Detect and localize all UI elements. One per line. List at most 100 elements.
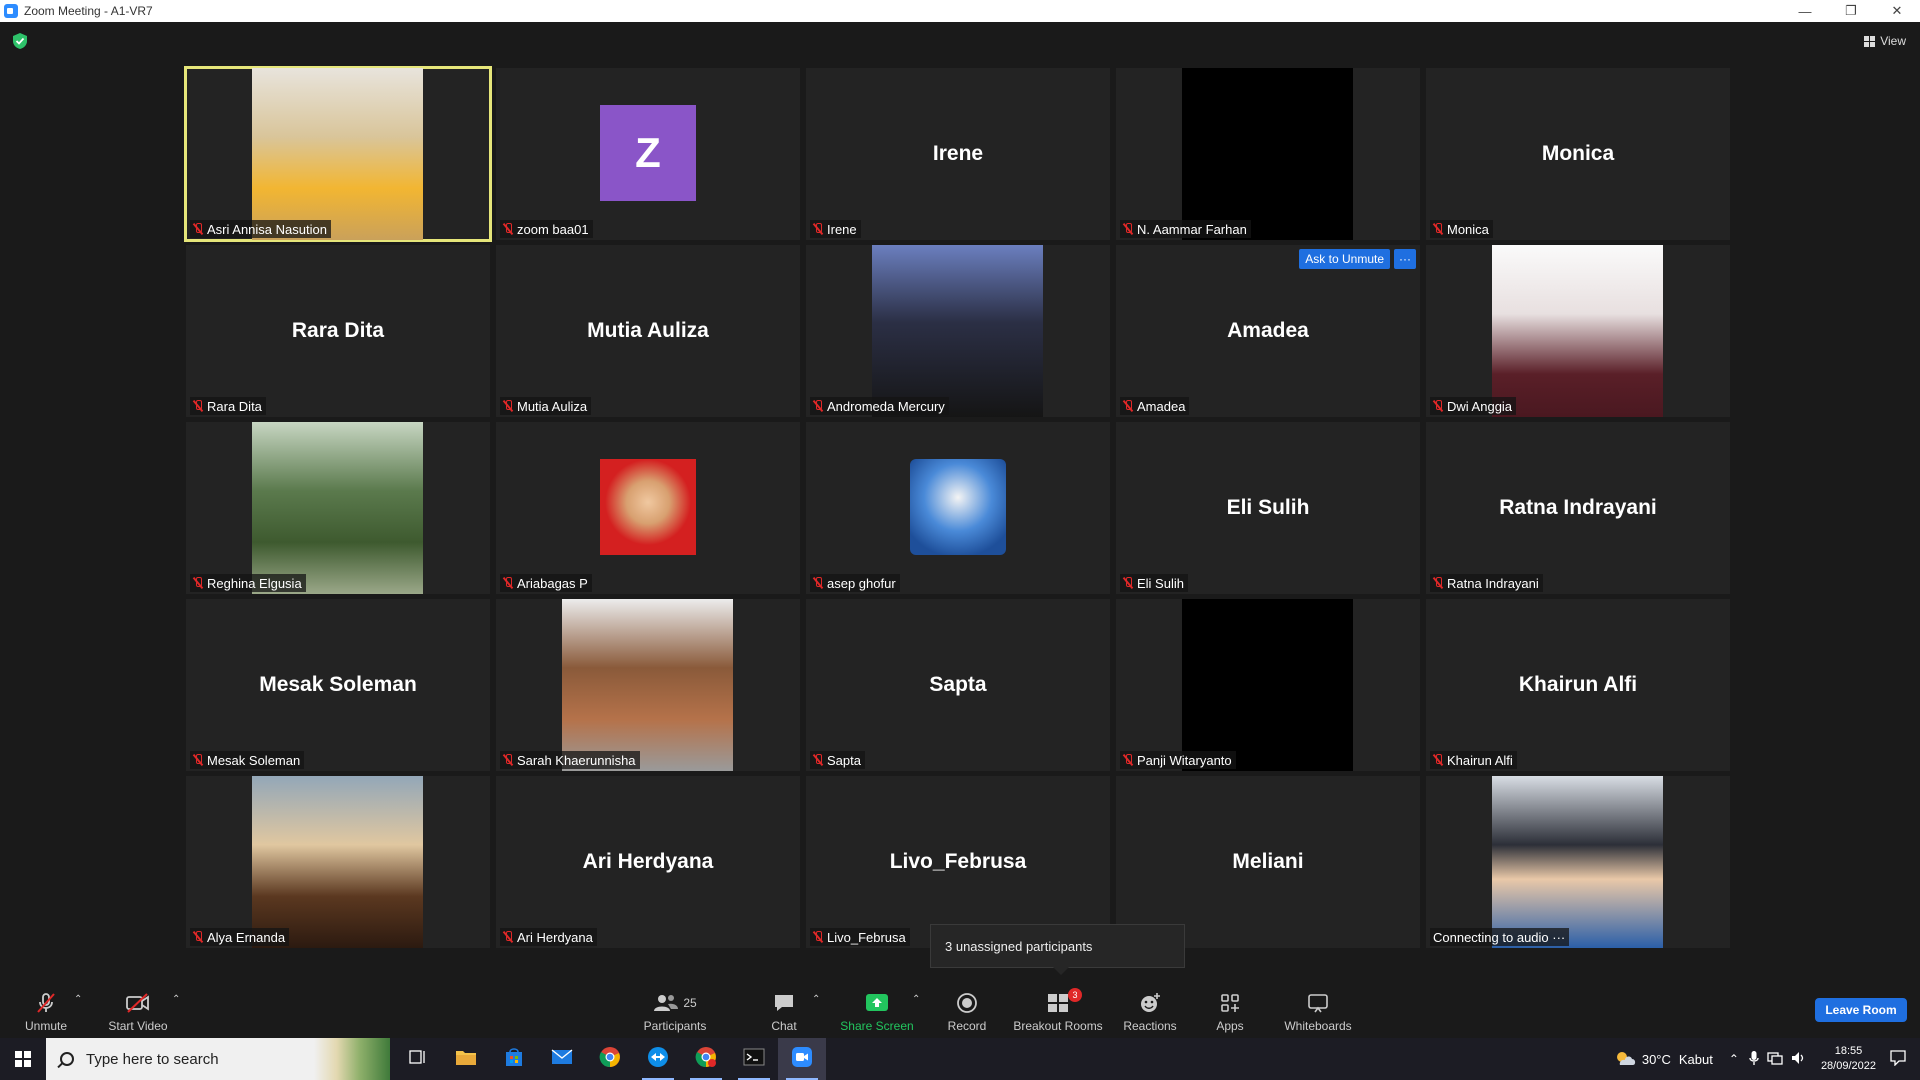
ask-to-unmute-button[interactable]: Ask to Unmute — [1299, 249, 1390, 269]
participant-video — [562, 599, 733, 771]
minimize-icon[interactable]: — — [1782, 0, 1828, 22]
muted-mic-icon — [1123, 754, 1133, 766]
participant-tile[interactable]: Eli Sulih Eli Sulih — [1116, 422, 1420, 594]
participant-tile[interactable]: Khairun Alfi Khairun Alfi — [1426, 599, 1730, 771]
participant-avatar: Z — [600, 105, 696, 201]
participant-center-name: Mutia Auliza — [587, 319, 709, 342]
participant-tile[interactable]: Dwi Anggia — [1426, 245, 1730, 417]
taskbar-app-terminal[interactable] — [730, 1038, 778, 1080]
apps-button[interactable]: Apps — [1212, 978, 1248, 1038]
more-options-button[interactable]: ··· — [1394, 249, 1416, 269]
participant-center-name: Ratna Indrayani — [1499, 496, 1657, 519]
muted-mic-icon — [503, 577, 513, 589]
muted-mic-icon — [813, 223, 823, 235]
store-icon — [504, 1047, 524, 1072]
participant-name-label: Rara Dita — [190, 397, 266, 415]
reactions-button[interactable]: Reactions — [1122, 978, 1178, 1038]
weather-text[interactable]: Kabut — [1679, 1052, 1713, 1067]
chat-label: Chat — [771, 1019, 797, 1033]
participant-name: Dwi Anggia — [1447, 398, 1513, 414]
taskbar-search-box[interactable]: Type here to search — [46, 1038, 390, 1080]
record-button[interactable]: Record — [944, 978, 990, 1038]
participant-name-label: Eli Sulih — [1120, 574, 1188, 592]
participant-center-name: Ari Herdyana — [582, 850, 714, 873]
participant-center-name: Eli Sulih — [1226, 496, 1310, 519]
participant-tile[interactable]: Zzoom baa01 — [496, 68, 800, 240]
participant-tile[interactable]: Meliani — [1116, 776, 1420, 948]
participant-tile[interactable]: Sarah Khaerunnisha — [496, 599, 800, 771]
taskbar-app-chrome-profile[interactable] — [682, 1038, 730, 1080]
participant-tile[interactable]: N. Aammar Farhan — [1116, 68, 1420, 240]
participant-video-off — [1182, 599, 1353, 771]
share-screen-button[interactable]: Share Screen — [840, 978, 914, 1038]
taskbar-app-zoom[interactable] — [778, 1038, 826, 1080]
restore-icon[interactable]: ❐ — [1828, 0, 1874, 22]
search-highlight-image — [314, 1038, 390, 1080]
whiteboard-icon — [1304, 992, 1332, 1014]
participant-tile[interactable]: Mesak Soleman Mesak Soleman — [186, 599, 490, 771]
unmute-button[interactable]: Unmute — [20, 978, 72, 1038]
network-icon[interactable] — [1767, 1051, 1783, 1068]
chat-options-caret-icon[interactable]: ⌃ — [812, 994, 820, 1005]
participant-tile[interactable]: Panji Witaryanto — [1116, 599, 1420, 771]
chat-icon — [770, 992, 798, 1014]
breakout-rooms-badge: 3 — [1068, 988, 1082, 1002]
participant-name-label: Sapta — [810, 751, 865, 769]
start-video-button[interactable]: Start Video — [106, 978, 170, 1038]
participant-tile[interactable]: Monica Monica — [1426, 68, 1730, 240]
participant-tile[interactable]: Ratna Indrayani Ratna Indrayani — [1426, 422, 1730, 594]
video-options-caret-icon[interactable]: ⌃ — [172, 994, 180, 1005]
participants-button[interactable]: 25 Participants — [640, 978, 710, 1038]
audio-options-caret-icon[interactable]: ⌃ — [74, 994, 82, 1005]
participant-name-label: Ratna Indrayani — [1430, 574, 1543, 592]
participant-tile[interactable]: Ari Herdyana Ari Herdyana — [496, 776, 800, 948]
show-hidden-icons-icon[interactable]: ⌃ — [1729, 1052, 1739, 1066]
taskbar-app-store[interactable] — [490, 1038, 538, 1080]
participant-tile[interactable]: Irene Irene — [806, 68, 1110, 240]
participant-name-label: Alya Ernanda — [190, 928, 290, 946]
muted-mic-icon — [813, 400, 823, 412]
taskbar-app-task-view[interactable] — [394, 1038, 442, 1080]
taskbar-app-teamviewer[interactable] — [634, 1038, 682, 1080]
volume-icon[interactable] — [1791, 1051, 1807, 1068]
participant-name-label: Reghina Elgusia — [190, 574, 306, 592]
participant-tile[interactable]: Rara Dita Rara Dita — [186, 245, 490, 417]
notifications-icon[interactable] — [1890, 1049, 1906, 1069]
muted-mic-icon — [503, 931, 513, 943]
close-icon[interactable]: ✕ — [1874, 0, 1920, 22]
taskbar-app-mail[interactable] — [538, 1038, 586, 1080]
participant-center-name: Sapta — [929, 673, 987, 696]
taskbar-app-file-explorer[interactable] — [442, 1038, 490, 1080]
participant-tile[interactable]: Sapta Sapta — [806, 599, 1110, 771]
participant-tile[interactable]: Amadea Ask to Unmute ··· Amadea — [1116, 245, 1420, 417]
meeting-toolbar: Unmute ⌃ Start Video ⌃ 25 Participants C… — [0, 978, 1920, 1038]
breakout-rooms-button[interactable]: 3 Breakout Rooms — [1012, 978, 1104, 1038]
participant-center-name: Mesak Soleman — [259, 673, 417, 696]
security-shield-icon[interactable] — [12, 32, 28, 50]
microphone-icon[interactable] — [1749, 1050, 1759, 1069]
participant-tile[interactable]: Mutia Auliza Mutia Auliza — [496, 245, 800, 417]
participant-name-label: Mesak Soleman — [190, 751, 305, 769]
participant-tile[interactable]: Andromeda Mercury — [806, 245, 1110, 417]
share-options-caret-icon[interactable]: ⌃ — [912, 994, 920, 1005]
zoom-icon — [791, 1046, 813, 1073]
participant-tile[interactable]: Ariabagas P — [496, 422, 800, 594]
participant-tile[interactable]: Alya Ernanda — [186, 776, 490, 948]
start-button[interactable] — [0, 1038, 46, 1080]
participant-tile[interactable]: Reghina Elgusia — [186, 422, 490, 594]
view-button[interactable]: View — [1864, 34, 1906, 48]
chat-button[interactable]: Chat — [762, 978, 806, 1038]
participant-center-name: Livo_Februsa — [889, 850, 1027, 873]
leave-room-button[interactable]: Leave Room — [1815, 998, 1907, 1022]
participant-tile[interactable]: asep ghofur — [806, 422, 1110, 594]
weather-temp[interactable]: 30°C — [1642, 1052, 1671, 1067]
participant-tile[interactable]: Livo_Februsa Livo_Februsa — [806, 776, 1110, 948]
participant-name: asep ghofur — [827, 575, 896, 591]
taskbar-app-chrome[interactable] — [586, 1038, 634, 1080]
whiteboards-button[interactable]: Whiteboards — [1282, 978, 1354, 1038]
participant-tile[interactable]: Connecting to audio ··· — [1426, 776, 1730, 948]
participant-tile[interactable]: Asri Annisa Nasution — [184, 66, 492, 242]
participant-name-label: asep ghofur — [810, 574, 900, 592]
taskbar-clock[interactable]: 18:55 28/09/2022 — [1821, 1044, 1876, 1074]
participant-name-label: Dwi Anggia — [1430, 397, 1517, 415]
